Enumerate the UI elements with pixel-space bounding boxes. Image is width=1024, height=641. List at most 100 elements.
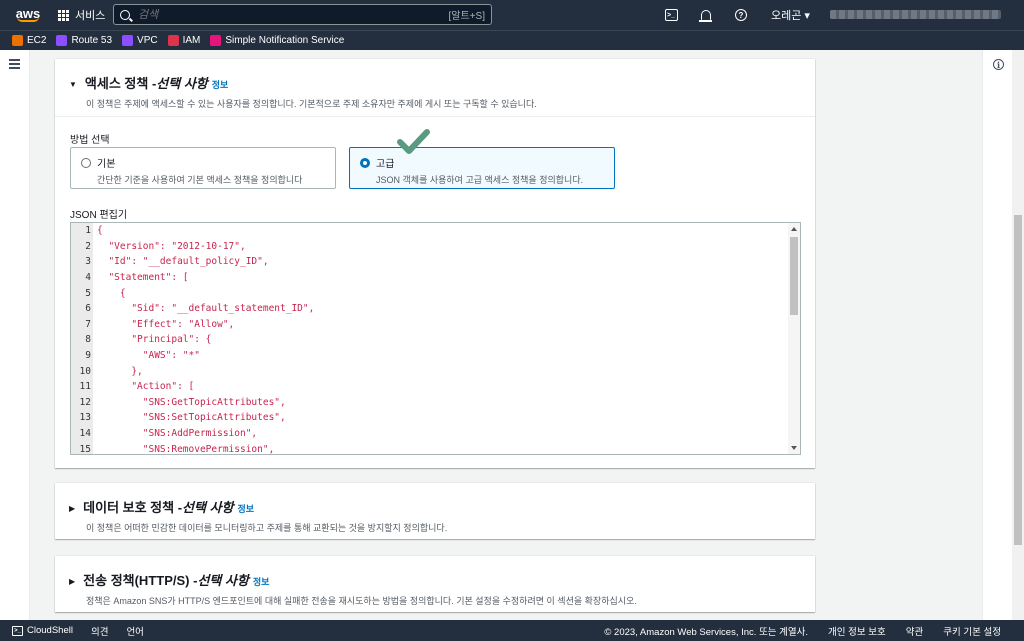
code-text: "Sid": "__default_statement_ID", [97,303,315,315]
code-line[interactable]: 4 "Statement": [ [71,270,189,286]
line-number: 5 [85,287,91,299]
help-button[interactable]: ? [734,8,748,22]
footer-cloudshell-button[interactable]: >_ CloudShell [12,625,73,636]
footer: >_ CloudShell 의견 언어 © 2023, Amazon Web S… [0,620,1024,641]
data-protection-info-link[interactable]: 정보 [238,502,255,515]
favorite-vpc[interactable]: VPC [122,35,158,46]
code-line[interactable]: 11 "Action": [ [71,379,195,395]
line-number: 14 [79,428,91,440]
data-protection-title[interactable]: ▶ 데이터 보호 정책 - 선택 사항 정보 [69,497,801,516]
access-policy-info-link[interactable]: 정보 [212,78,229,91]
code-text: "Id": "__default_policy_ID", [97,256,269,268]
notifications-button[interactable] [699,8,713,22]
footer-cookies-link[interactable]: 쿠키 기본 설정 [943,624,1001,638]
info-panel-icon[interactable]: i [993,59,1004,70]
code-line[interactable]: 15 "SNS:RemovePermission", [71,441,275,455]
footer-language-link[interactable]: 언어 [126,624,143,638]
account-menu-redacted[interactable] [830,10,1001,19]
footer-cloudshell-label: CloudShell [27,625,73,636]
hamburger-menu-icon[interactable] [9,59,20,69]
code-line[interactable]: 3 "Id": "__default_policy_ID", [71,254,269,270]
advanced-radio[interactable] [360,157,370,168]
code-text: "AWS": "*" [97,350,200,362]
advanced-title: 고급 [376,159,395,170]
code-line[interactable]: 12 "SNS:GetTopicAttributes", [71,395,286,411]
basic-method-tile[interactable]: 기본 간단한 기준을 사용하여 기본 액세스 정책을 정의합니다 [70,147,336,189]
line-number: 4 [85,272,91,284]
page-scrollbar[interactable] [1012,50,1024,620]
favorite-iam[interactable]: IAM [167,35,201,46]
delivery-policy-info-link[interactable]: 정보 [253,575,270,588]
delivery-policy-header: ▶ 전송 정책(HTTP/S) - 선택 사항 정보 정책은 Amazon SN… [55,556,815,607]
method-label: 방법 선택 [70,135,110,146]
scroll-up-icon[interactable] [791,227,797,231]
favorite-label: IAM [182,35,201,46]
caret-right-icon: ▶ [69,504,76,513]
code-line[interactable]: 9 "AWS": "*" [71,348,200,364]
data-protection-description: 이 정책은 어떠한 민감한 데이터를 모니터링하고 주제를 통해 교환되는 것을… [86,523,448,533]
vpc-service-icon [122,35,134,46]
code-text: "Statement": [ [97,272,189,284]
favorite-sns[interactable]: Simple Notification Service [210,35,344,46]
cloudshell-nav-button[interactable]: >_ [664,8,678,22]
delivery-policy-title-optional: 선택 사항 [197,573,249,588]
data-protection-header: ▶ 데이터 보호 정책 - 선택 사항 정보 이 정책은 어떠한 민감한 데이터… [55,483,815,534]
line-number: 6 [85,303,91,315]
access-policy-title-main: 액세스 정책 - [84,76,157,91]
line-number: 1 [85,225,91,237]
delivery-policy-title[interactable]: ▶ 전송 정책(HTTP/S) - 선택 사항 정보 [69,570,801,589]
access-policy-title-optional: 선택 사항 [156,76,208,91]
aws-logo[interactable]: aws [10,7,46,22]
region-selector[interactable]: 오레곤 ▾ [771,7,810,23]
page-scrollbar-thumb[interactable] [1014,215,1022,545]
advanced-method-tile[interactable]: 고급 JSON 객체를 사용하여 고급 액세스 정책을 정의합니다. [349,147,615,189]
data-protection-title-main: 데이터 보호 정책 - [83,500,183,515]
data-protection-title-optional: 선택 사항 [182,500,234,515]
code-line[interactable]: 7 "Effect": "Allow", [71,317,234,333]
code-line[interactable]: 2 "Version": "2012-10-17", [71,239,246,255]
access-policy-title[interactable]: ▼ 액세스 정책 - 선택 사항 정보 [69,73,801,92]
code-line[interactable]: 10 }, [71,363,143,379]
cloudshell-icon: >_ [12,625,23,636]
footer-terms-link[interactable]: 약관 [906,624,923,638]
delivery-policy-description: 정책은 Amazon SNS가 HTTP/S 엔드포인트에 대해 실패한 전송을… [86,596,637,606]
footer-privacy-link[interactable]: 개인 정보 보호 [828,624,886,638]
code-line[interactable]: 8 "Principal": { [71,332,211,348]
caret-down-icon: ▼ [69,80,77,89]
access-policy-description: 이 정책은 주제에 액세스할 수 있는 사용자를 정의합니다. 기본적으로 주제… [86,99,537,109]
code-line[interactable]: 5 { [71,285,125,301]
basic-description: 간단한 기준을 사용하여 기본 액세스 정책을 정의합니다 [97,175,303,185]
delivery-policy-panel: ▶ 전송 정책(HTTP/S) - 선택 사항 정보 정책은 Amazon SN… [55,556,815,612]
line-number: 2 [85,240,91,252]
line-number: 9 [85,350,91,362]
left-rail [0,50,30,620]
footer-copyright: © 2023, Amazon Web Services, Inc. 또는 계열사… [604,626,809,638]
caret-right-icon: ▶ [69,577,76,586]
search-input[interactable] [138,8,449,21]
code-text: "SNS:AddPermission", [97,428,258,440]
line-number: 7 [85,318,91,330]
line-number: 3 [85,256,91,268]
top-navigation: aws 서비스 [알트+S] >_ ? 오레곤 ▾ [0,0,1024,30]
basic-radio[interactable] [81,157,91,168]
favorite-label: Route 53 [71,35,113,46]
code-line[interactable]: 14 "SNS:AddPermission", [71,426,258,442]
editor-scrollbar[interactable] [788,223,800,454]
favorite-route53[interactable]: Route 53 [56,35,112,46]
delivery-policy-title-main: 전송 정책(HTTP/S) - [83,573,198,588]
json-editor[interactable]: 1{2 "Version": "2012-10-17", 3 "Id": "__d… [70,222,801,455]
scroll-down-icon[interactable] [791,446,797,450]
favorite-ec2[interactable]: EC2 [12,35,46,46]
services-menu-button[interactable]: 서비스 [58,7,105,23]
code-text: "Version": "2012-10-17", [97,240,246,252]
editor-scrollbar-thumb[interactable] [790,237,798,315]
search-bar[interactable]: [알트+S] [113,4,492,25]
code-line[interactable]: 13 "SNS:SetTopicAttributes", [71,410,286,426]
code-line[interactable]: 1{ [71,223,102,239]
line-number: 8 [85,334,91,346]
footer-feedback-link[interactable]: 의견 [91,624,108,638]
code-text: "SNS:RemovePermission", [97,443,275,455]
grid-icon [58,9,69,21]
code-line[interactable]: 6 "Sid": "__default_statement_ID", [71,301,314,317]
iam-service-icon [167,35,179,46]
